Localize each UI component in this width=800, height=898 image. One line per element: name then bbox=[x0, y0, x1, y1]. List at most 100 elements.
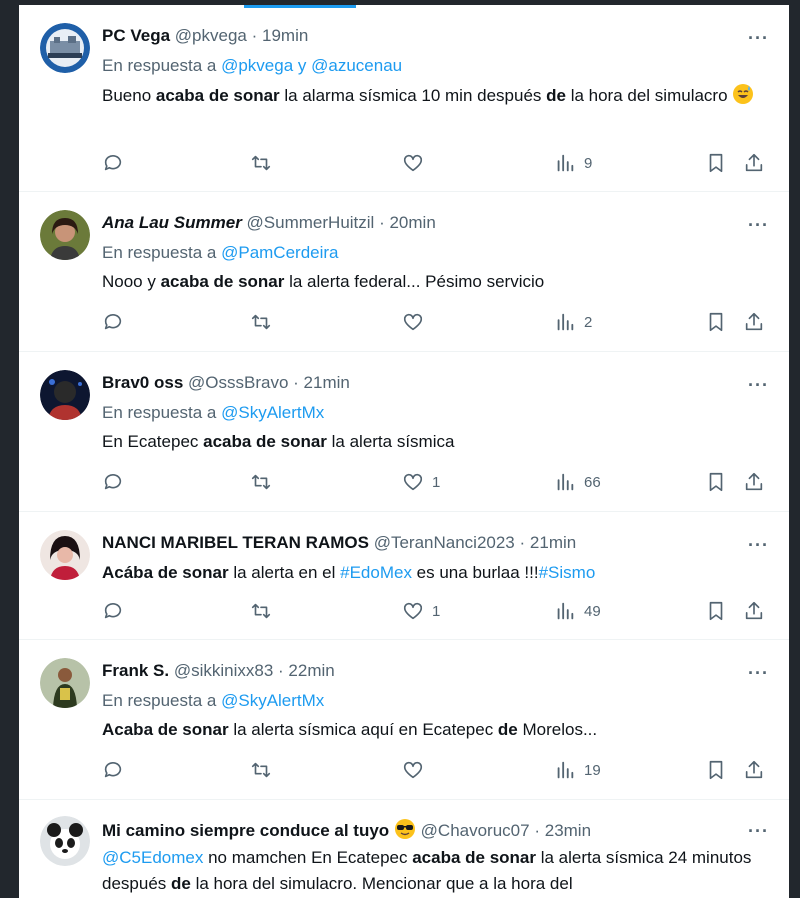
retweet-button[interactable] bbox=[250, 310, 272, 334]
reply-button[interactable] bbox=[102, 470, 124, 494]
more-icon[interactable]: ··· bbox=[748, 822, 769, 840]
tweet-header: Ana Lau Summer @SummerHuitzil · 20min bbox=[102, 212, 436, 234]
avatar[interactable] bbox=[40, 658, 90, 708]
avatar[interactable] bbox=[40, 370, 90, 420]
reply-button[interactable] bbox=[102, 310, 124, 334]
share-button[interactable] bbox=[743, 151, 765, 175]
text-segment: la alerta en el bbox=[228, 563, 341, 582]
share-button[interactable] bbox=[743, 758, 765, 782]
mention-link[interactable]: @C5Edomex bbox=[102, 848, 203, 867]
tweet-text: Bueno acaba de sonar la alarma sísmica 1… bbox=[102, 83, 762, 109]
more-icon[interactable]: ··· bbox=[748, 376, 769, 394]
tweet[interactable]: PC Vega @pkvega · 19min ··· En respuesta… bbox=[19, 5, 789, 192]
tweet[interactable]: Ana Lau Summer @SummerHuitzil · 20min ··… bbox=[19, 192, 789, 352]
like-button[interactable]: 1 bbox=[402, 470, 440, 494]
timestamp[interactable]: 20min bbox=[389, 213, 435, 232]
avatar[interactable] bbox=[40, 210, 90, 260]
author-handle[interactable]: @pkvega bbox=[175, 26, 247, 45]
reply-mentions[interactable]: @pkvega y @azucenau bbox=[221, 56, 402, 75]
text-highlight: de bbox=[171, 874, 191, 893]
more-icon[interactable]: ··· bbox=[748, 536, 769, 554]
tweet[interactable]: Brav0 oss @OsssBravo · 21min ··· En resp… bbox=[19, 352, 789, 512]
reply-icon bbox=[104, 473, 122, 490]
retweet-button[interactable] bbox=[250, 151, 272, 175]
share-button[interactable] bbox=[743, 599, 765, 623]
author-name[interactable]: Brav0 oss bbox=[102, 373, 183, 392]
tweet-actions: 19 bbox=[102, 758, 772, 782]
reply-button[interactable] bbox=[102, 758, 124, 782]
text-segment: la hora del simulacro bbox=[565, 86, 733, 105]
more-icon[interactable]: ··· bbox=[748, 664, 769, 682]
views-count: 49 bbox=[584, 602, 601, 620]
views-button[interactable]: 9 bbox=[554, 151, 592, 175]
tweet[interactable]: Mi camino siempre conduce al tuyo @Chavo… bbox=[19, 800, 789, 898]
like-button[interactable] bbox=[402, 151, 432, 175]
bookmark-button[interactable] bbox=[705, 758, 727, 782]
timestamp[interactable]: 21min bbox=[530, 533, 576, 552]
tweet[interactable]: Frank S. @sikkinixx83 · 22min ··· En res… bbox=[19, 640, 789, 800]
author-name[interactable]: NANCI MARIBEL TERAN RAMOS bbox=[102, 533, 369, 552]
timeline-feed: PC Vega @pkvega · 19min ··· En respuesta… bbox=[19, 5, 789, 898]
tweet-actions: 2 bbox=[102, 310, 772, 334]
views-button[interactable]: 66 bbox=[554, 470, 601, 494]
timestamp[interactable]: 23min bbox=[545, 821, 591, 840]
text-segment: la alerta sísmica bbox=[326, 432, 455, 451]
reply-context: En respuesta a @PamCerdeira bbox=[102, 242, 339, 264]
bookmark-button[interactable] bbox=[705, 310, 727, 334]
like-icon bbox=[403, 602, 423, 620]
avatar[interactable] bbox=[40, 816, 90, 866]
text-segment: En Ecatepec bbox=[102, 432, 204, 451]
share-button[interactable] bbox=[743, 470, 765, 494]
hashtag-link[interactable]: #Sismo bbox=[539, 563, 596, 582]
tweet-header: Brav0 oss @OsssBravo · 21min bbox=[102, 372, 350, 394]
reply-mentions[interactable]: @SkyAlertMx bbox=[221, 403, 324, 422]
share-button[interactable] bbox=[743, 310, 765, 334]
retweet-icon bbox=[251, 314, 271, 330]
like-button[interactable] bbox=[402, 758, 432, 782]
like-button[interactable] bbox=[402, 310, 432, 334]
bookmark-button[interactable] bbox=[705, 470, 727, 494]
views-icon bbox=[557, 313, 574, 331]
bookmark-button[interactable] bbox=[705, 599, 727, 623]
timestamp[interactable]: 21min bbox=[304, 373, 350, 392]
reply-button[interactable] bbox=[102, 151, 124, 175]
avatar[interactable] bbox=[40, 530, 90, 580]
timestamp[interactable]: 19min bbox=[262, 26, 308, 45]
author-name[interactable]: PC Vega bbox=[102, 26, 170, 45]
sweat-smile-emoji-icon bbox=[732, 83, 754, 105]
views-icon bbox=[557, 154, 574, 172]
author-name[interactable]: Mi camino siempre conduce al tuyo bbox=[102, 821, 389, 840]
text-highlight: acaba de sonar bbox=[160, 272, 285, 291]
text-highlight: Acába de sonar bbox=[102, 563, 229, 582]
author-name[interactable]: Frank S. bbox=[102, 661, 169, 680]
tweet[interactable]: NANCI MARIBEL TERAN RAMOS @TeranNanci202… bbox=[19, 512, 789, 640]
reply-prefix: En respuesta a bbox=[102, 691, 217, 710]
hashtag-link[interactable]: #EdoMex bbox=[340, 563, 412, 582]
bookmark-icon bbox=[709, 472, 723, 492]
author-name[interactable]: Ana Lau Summer bbox=[102, 213, 242, 232]
author-handle[interactable]: @SummerHuitzil bbox=[247, 213, 375, 232]
reply-mentions[interactable]: @PamCerdeira bbox=[221, 243, 338, 262]
reply-button[interactable] bbox=[102, 599, 124, 623]
views-button[interactable]: 2 bbox=[554, 310, 592, 334]
author-handle[interactable]: @OsssBravo bbox=[188, 373, 288, 392]
retweet-button[interactable] bbox=[250, 599, 272, 623]
separator-dot: · bbox=[379, 213, 385, 232]
author-handle[interactable]: @sikkinixx83 bbox=[174, 661, 273, 680]
timestamp[interactable]: 22min bbox=[288, 661, 334, 680]
retweet-button[interactable] bbox=[250, 470, 272, 494]
text-highlight: acaba de sonar bbox=[203, 432, 327, 451]
views-button[interactable]: 19 bbox=[554, 758, 601, 782]
avatar[interactable] bbox=[40, 23, 90, 73]
author-handle[interactable]: @Chavoruc07 bbox=[421, 821, 530, 840]
more-icon[interactable]: ··· bbox=[748, 216, 769, 234]
views-button[interactable]: 49 bbox=[554, 599, 601, 623]
retweet-button[interactable] bbox=[250, 758, 272, 782]
share-icon bbox=[745, 601, 763, 620]
author-handle[interactable]: @TeranNanci2023 bbox=[374, 533, 515, 552]
like-button[interactable]: 1 bbox=[402, 599, 440, 623]
reply-mentions[interactable]: @SkyAlertMx bbox=[221, 691, 324, 710]
more-icon[interactable]: ··· bbox=[748, 29, 769, 47]
text-segment: es una burlaa !!! bbox=[411, 563, 539, 582]
bookmark-button[interactable] bbox=[705, 151, 727, 175]
